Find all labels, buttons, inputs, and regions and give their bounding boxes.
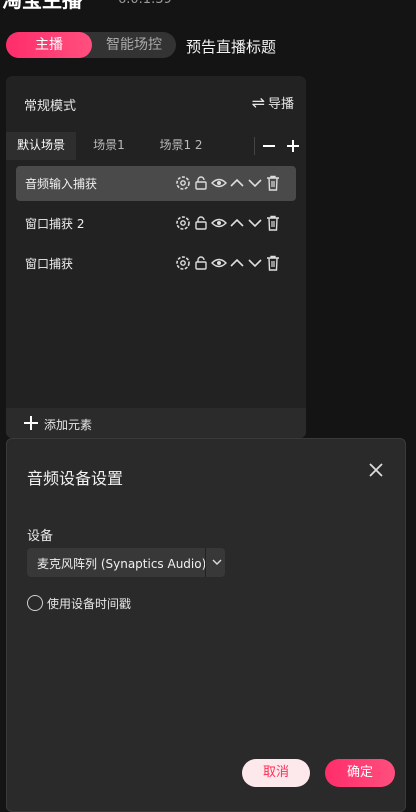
timestamp-label[interactable]: 使用设备时间戳 xyxy=(47,595,131,612)
device-select[interactable]: 麦克风阵列 (Synaptics Audio) xyxy=(27,548,225,577)
scene-item-name: 音频输入捕获 xyxy=(25,177,98,191)
preview-title[interactable]: 预告直播标题 xyxy=(186,36,276,57)
tab-scene-1[interactable]: 场景1 xyxy=(76,132,142,160)
add-scene-button[interactable] xyxy=(286,132,300,160)
cancel-button[interactable]: 取消 xyxy=(242,759,310,787)
plus-icon xyxy=(24,416,38,430)
lock-open-icon[interactable] xyxy=(192,174,210,192)
remove-scene-button[interactable] xyxy=(262,132,276,160)
ok-button[interactable]: 确定 xyxy=(325,759,395,787)
mode-switch: 主播 智能场控 xyxy=(6,32,176,58)
gear-icon[interactable] xyxy=(174,254,192,272)
tab-scene-1-2[interactable]: 场景1 2 xyxy=(146,132,216,160)
scene-item[interactable]: 音频输入捕获 xyxy=(16,166,296,201)
add-element-label: 添加元素 xyxy=(44,418,93,432)
chevron-down-icon xyxy=(212,559,222,565)
trash-icon[interactable] xyxy=(264,214,282,232)
title-bar: 淘宝主播 6.0.1.39 xyxy=(0,0,416,12)
trash-icon[interactable] xyxy=(264,254,282,272)
scene-item[interactable]: 窗口捕获 2 xyxy=(16,206,296,241)
device-label: 设备 xyxy=(27,529,54,544)
mode-label: 常规模式 xyxy=(24,99,77,114)
scene-item[interactable]: 窗口捕获 xyxy=(16,246,296,281)
guide-label: 导播 xyxy=(267,97,294,112)
chevron-up-icon[interactable] xyxy=(228,214,246,232)
tab-divider xyxy=(254,137,255,155)
gear-icon[interactable] xyxy=(174,214,192,232)
app-version: 6.0.1.39 xyxy=(118,0,172,8)
chevron-down-icon[interactable] xyxy=(246,254,264,272)
swap-icon: ⇌ xyxy=(251,93,265,112)
chevron-down-icon[interactable] xyxy=(246,214,264,232)
audio-device-dialog: 音频设备设置 设备 麦克风阵列 (Synaptics Audio) 使用设备时间… xyxy=(6,438,406,812)
lock-open-icon[interactable] xyxy=(192,254,210,272)
select-divider xyxy=(205,548,206,577)
chevron-up-icon[interactable] xyxy=(228,174,246,192)
add-element-button[interactable]: 添加元素 xyxy=(6,408,306,438)
eye-icon[interactable] xyxy=(210,214,228,232)
chevron-down-icon[interactable] xyxy=(246,174,264,192)
plus-icon xyxy=(287,140,299,152)
minus-icon xyxy=(263,145,275,147)
dialog-title: 音频设备设置 xyxy=(27,469,124,488)
trash-icon[interactable] xyxy=(264,174,282,192)
eye-icon[interactable] xyxy=(210,254,228,272)
app-logo: 淘宝主播 xyxy=(2,0,82,12)
preview-area xyxy=(306,322,416,438)
close-icon[interactable] xyxy=(365,459,387,481)
tab-default-scene[interactable]: 默认场景 xyxy=(6,132,76,160)
chevron-up-icon[interactable] xyxy=(228,254,246,272)
timestamp-radio[interactable] xyxy=(27,595,43,611)
scene-item-name: 窗口捕获 2 xyxy=(25,217,85,231)
mode-live-button[interactable]: 主播 xyxy=(6,32,92,58)
scene-tabs: 默认场景 场景1 场景1 2 xyxy=(6,132,306,160)
gear-icon[interactable] xyxy=(174,174,192,192)
eye-icon[interactable] xyxy=(210,174,228,192)
scene-panel: 常规模式 ⇌ 导播 默认场景 场景1 场景1 2 音频输入捕获 窗口捕获 2 窗… xyxy=(6,76,306,438)
scene-item-name: 窗口捕获 xyxy=(25,257,74,271)
device-value: 麦克风阵列 (Synaptics Audio) xyxy=(37,557,207,571)
lock-open-icon[interactable] xyxy=(192,214,210,232)
mode-smart-control-button[interactable]: 智能场控 xyxy=(92,32,176,58)
guide-button[interactable]: ⇌ 导播 xyxy=(252,93,294,112)
